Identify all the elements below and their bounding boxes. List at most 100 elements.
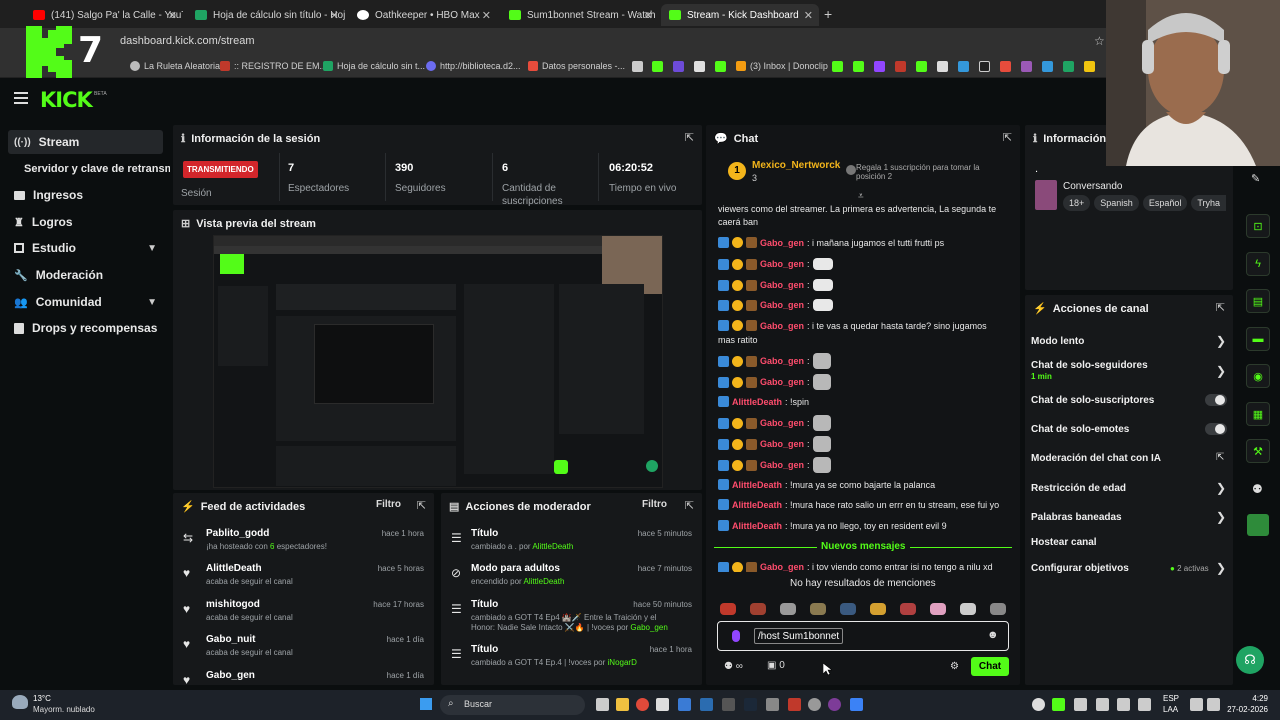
bookmark-icon[interactable] — [916, 61, 927, 72]
browser-tab-hbo[interactable]: Oathkeeper • HBO Max ✕ — [349, 4, 497, 26]
chat-username[interactable]: Gabo_gen — [760, 356, 804, 366]
action-configure-goals[interactable]: Configurar objetivos — [1031, 563, 1129, 574]
action-slow-mode[interactable]: Modo lento — [1031, 336, 1084, 347]
feed-item-name[interactable]: Gabo_gen — [206, 670, 255, 681]
volume-icon[interactable] — [1207, 698, 1220, 711]
hamburger-menu-icon[interactable] — [14, 92, 28, 104]
bookmark-icon[interactable] — [832, 61, 843, 72]
clock-date[interactable]: 27-02-2026 — [1218, 705, 1268, 714]
tray-icon[interactable] — [1117, 698, 1130, 711]
bookmark-item[interactable]: Datos personales -... — [528, 61, 625, 71]
emoji-icon[interactable]: ☻ — [987, 629, 999, 641]
tool-game-icon[interactable] — [1247, 514, 1269, 536]
bookmark-icon[interactable] — [1042, 61, 1053, 72]
bookmark-icon[interactable] — [632, 61, 643, 72]
feed-item-name[interactable]: AlittleDeath — [206, 563, 262, 574]
chat-username[interactable]: Gabo_gen — [760, 377, 804, 387]
emote-icon[interactable] — [840, 603, 856, 615]
bookmark-icon[interactable] — [979, 61, 990, 72]
sidebar-item-logros[interactable]: ♜ Logros — [8, 210, 163, 234]
chevron-right-icon[interactable]: ❯ — [1216, 481, 1226, 495]
bookmark-item[interactable]: (3) Inbox | Donoclip — [736, 61, 828, 71]
bookmark-icon[interactable] — [958, 61, 969, 72]
browser-tab-youtube[interactable]: (141) Salgo Pa' la Calle - YouTu ✕ — [25, 4, 183, 26]
bookmark-icon[interactable] — [1021, 61, 1032, 72]
bookmark-icon[interactable] — [1000, 61, 1011, 72]
expand-icon[interactable]: ⇱ — [685, 131, 694, 144]
collapse-icon[interactable]: ⩡ — [858, 191, 864, 202]
sidebar-item-stream[interactable]: ((·)) Stream — [8, 130, 163, 154]
chat-username[interactable]: Gabo_gen — [760, 238, 804, 248]
tag-chip[interactable]: Tryha — [1191, 195, 1227, 211]
browser-tab-sheets[interactable]: Hoja de cálculo sin título - Hoja ✕ — [187, 4, 345, 26]
action-emotes-only[interactable]: Chat de solo-emotes — [1031, 424, 1129, 435]
bookmark-item[interactable]: :: REGISTRO DE EM... — [220, 61, 327, 71]
chat-username[interactable]: Gabo_gen — [760, 460, 804, 470]
taskview-icon[interactable] — [596, 698, 609, 711]
tray-icon[interactable] — [1074, 698, 1087, 711]
settings-gear-icon[interactable]: ⚙ — [950, 661, 959, 672]
app-icon[interactable] — [828, 698, 841, 711]
expand-icon[interactable]: ⇱ — [417, 499, 426, 512]
kick-logo[interactable]: KICK — [40, 88, 93, 112]
chevron-right-icon[interactable]: ❯ — [1216, 561, 1226, 575]
tool-chat-icon[interactable]: ▬ — [1246, 327, 1270, 351]
emotes-only-toggle[interactable] — [1205, 423, 1227, 435]
chat-username[interactable]: Gabo_gen — [760, 300, 804, 310]
emote-icon[interactable] — [780, 603, 796, 615]
taskbar-search[interactable]: ⌕ Buscar — [440, 695, 585, 715]
action-age-restriction[interactable]: Restricción de edad — [1031, 483, 1126, 494]
action-banned-words[interactable]: Palabras baneadas — [1031, 512, 1122, 523]
chat-username[interactable]: Gabo_gen — [760, 562, 804, 572]
edit-pencil-icon[interactable]: ✎ — [1251, 172, 1260, 185]
sidebar-item-estudio[interactable]: Estudio ▼ — [8, 236, 163, 260]
gift-promo[interactable]: Regala 1 suscripción para tomar la posic… — [856, 163, 996, 181]
app-icon[interactable] — [788, 698, 801, 711]
weather-temp[interactable]: 13°C — [33, 694, 51, 703]
clock-time[interactable]: 4:29 — [1222, 694, 1268, 703]
points-indicator[interactable]: ▣ 0 — [767, 660, 785, 671]
action-subs-only[interactable]: Chat de solo-suscriptores — [1031, 395, 1154, 406]
chevron-down-icon[interactable]: ▼ — [147, 297, 157, 308]
browser-tab-kick-dashboard[interactable]: Stream - Kick Dashboard ✕ — [661, 4, 819, 26]
emote-icon[interactable] — [720, 603, 736, 615]
sidebar-item-moderacion[interactable]: 🔧 Moderación — [8, 263, 163, 287]
chat-username[interactable]: AlittleDeath — [732, 521, 782, 531]
tag-chip[interactable]: 18+ — [1063, 195, 1091, 211]
windows-start-icon[interactable] — [420, 698, 432, 710]
browser-tab-kick-stream[interactable]: Sum1bonnet Stream - Watch Li ✕ — [501, 4, 659, 26]
chat-username[interactable]: AlittleDeath — [732, 480, 782, 490]
bookmark-icon[interactable] — [673, 61, 684, 72]
emote-icon[interactable] — [930, 603, 946, 615]
action-ai-moderation[interactable]: Moderación del chat con IA — [1031, 453, 1161, 464]
close-icon[interactable]: ✕ — [482, 9, 491, 22]
tool-wrench-icon[interactable]: ⚒ — [1246, 439, 1270, 463]
tray-icon[interactable] — [1052, 698, 1065, 711]
expand-icon[interactable]: ⇱ — [685, 499, 694, 512]
close-icon[interactable]: ✕ — [804, 9, 813, 22]
top-gifter-name[interactable]: Mexico_Nertworck — [752, 160, 840, 171]
bookmark-icon[interactable] — [652, 61, 663, 72]
close-icon[interactable]: ✕ — [644, 9, 653, 22]
chevron-right-icon[interactable]: ❯ — [1216, 334, 1226, 348]
app-icon[interactable] — [722, 698, 735, 711]
microphone-icon[interactable] — [732, 630, 740, 642]
tool-scan-icon[interactable]: ⊡ — [1246, 214, 1270, 238]
microphone-tray-icon[interactable] — [1138, 698, 1151, 711]
emote-icon[interactable] — [990, 603, 1006, 615]
feed-filter-button[interactable]: Filtro — [376, 499, 401, 510]
app-icon[interactable] — [678, 698, 691, 711]
mod-filter-button[interactable]: Filtro — [642, 499, 667, 510]
language-indicator[interactable]: ESP — [1163, 694, 1179, 703]
bookmark-icon[interactable] — [694, 61, 705, 72]
emote-icon[interactable] — [750, 603, 766, 615]
bookmark-icon[interactable] — [1084, 61, 1095, 72]
tool-broadcast-icon[interactable]: ◉ — [1246, 364, 1270, 388]
close-icon[interactable]: ✕ — [168, 9, 177, 22]
bookmark-icon[interactable] — [937, 61, 948, 72]
tray-icon[interactable] — [1032, 698, 1045, 711]
bookmark-icon[interactable] — [1063, 61, 1074, 72]
close-icon[interactable]: ✕ — [330, 9, 339, 22]
bookmark-item[interactable]: La Ruleta Aleatoria — [130, 61, 220, 71]
subs-only-toggle[interactable] — [1205, 394, 1227, 406]
